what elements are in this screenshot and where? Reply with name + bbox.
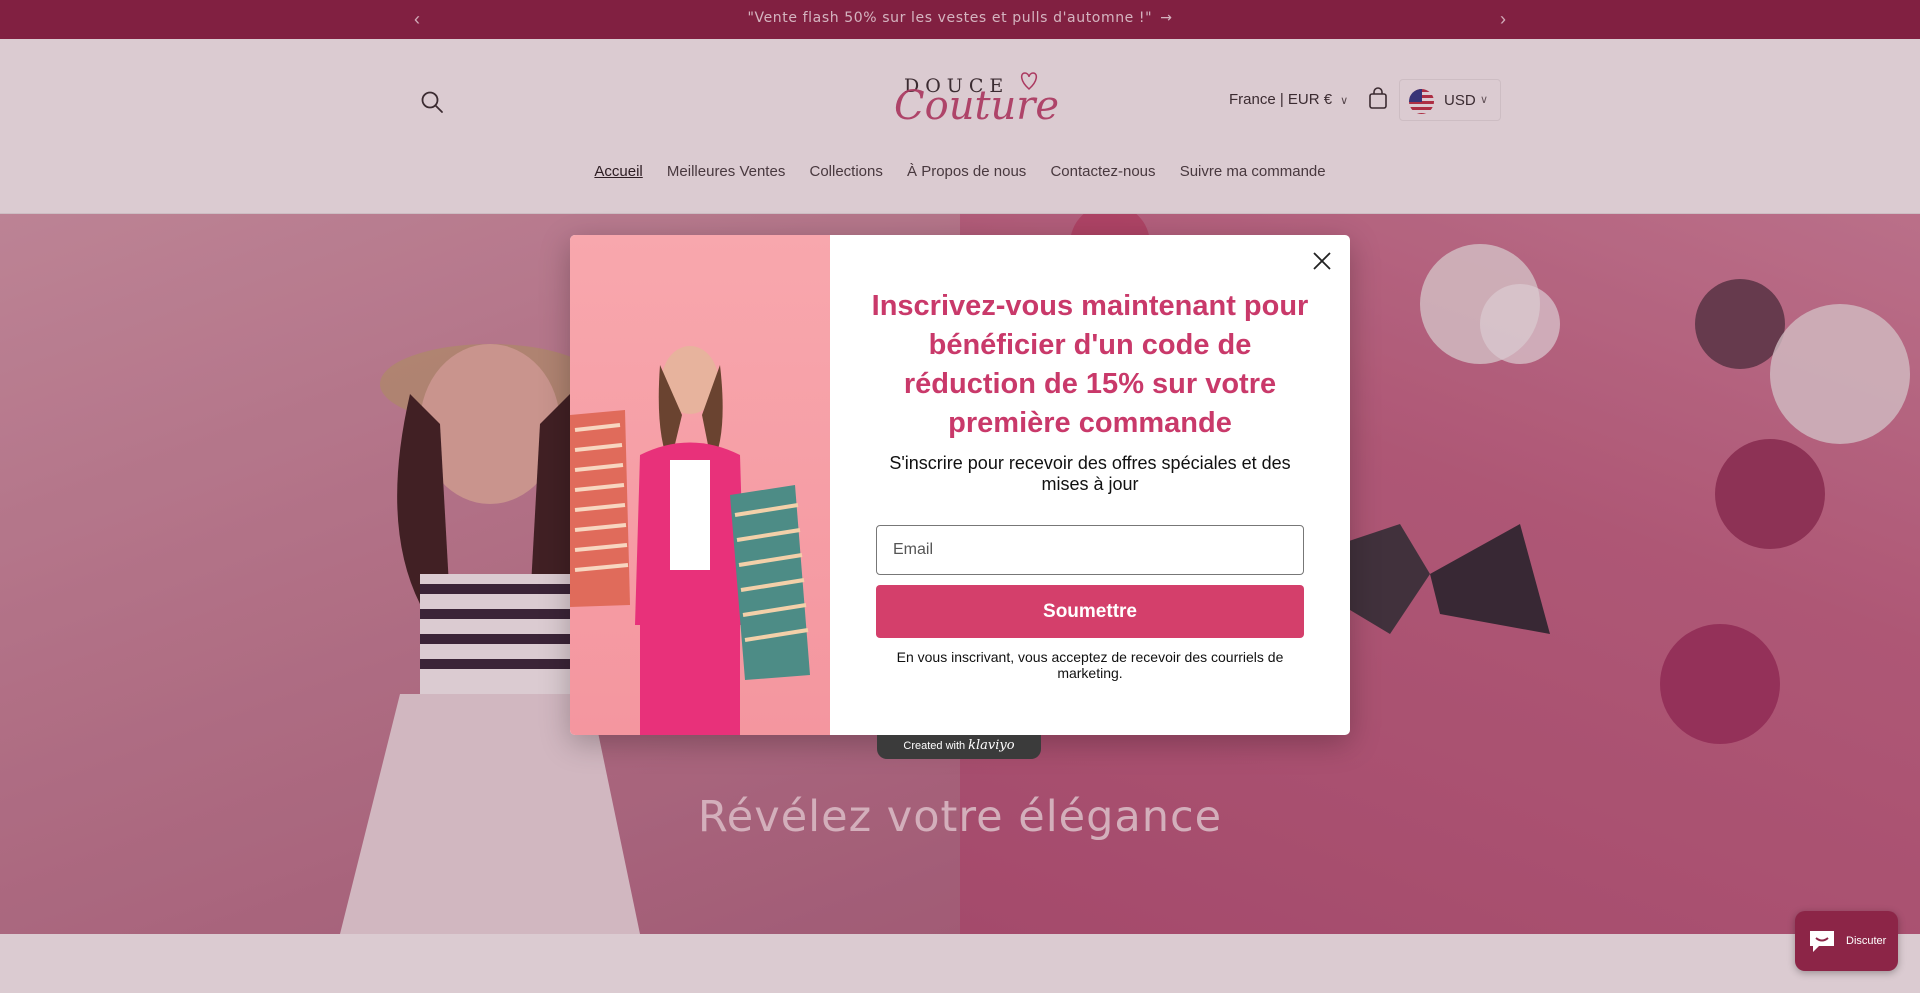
shopping-model-image	[570, 346, 810, 735]
chat-button[interactable]: Discuter	[1795, 911, 1898, 971]
close-icon[interactable]	[1309, 248, 1335, 274]
klaviyo-badge[interactable]: Created with klaviyo	[877, 735, 1041, 759]
popup-title: Inscrivez-vous maintenant pour bénéficie…	[871, 290, 1309, 439]
popup-legal-text: En vous inscrivant, vous acceptez de rec…	[896, 649, 1284, 681]
submit-button[interactable]: Soumettre	[876, 585, 1304, 638]
badge-brand: klaviyo	[968, 738, 1015, 753]
newsletter-popup: Inscrivez-vous maintenant pour bénéficie…	[570, 235, 1350, 735]
chat-icon	[1810, 931, 1834, 952]
popup-subtitle: S'inscrire pour recevoir des offres spéc…	[889, 453, 1291, 494]
email-field[interactable]	[876, 525, 1304, 575]
chat-label: Discuter	[1846, 935, 1887, 947]
badge-prefix: Created with	[903, 740, 966, 752]
popup-image	[570, 235, 830, 735]
